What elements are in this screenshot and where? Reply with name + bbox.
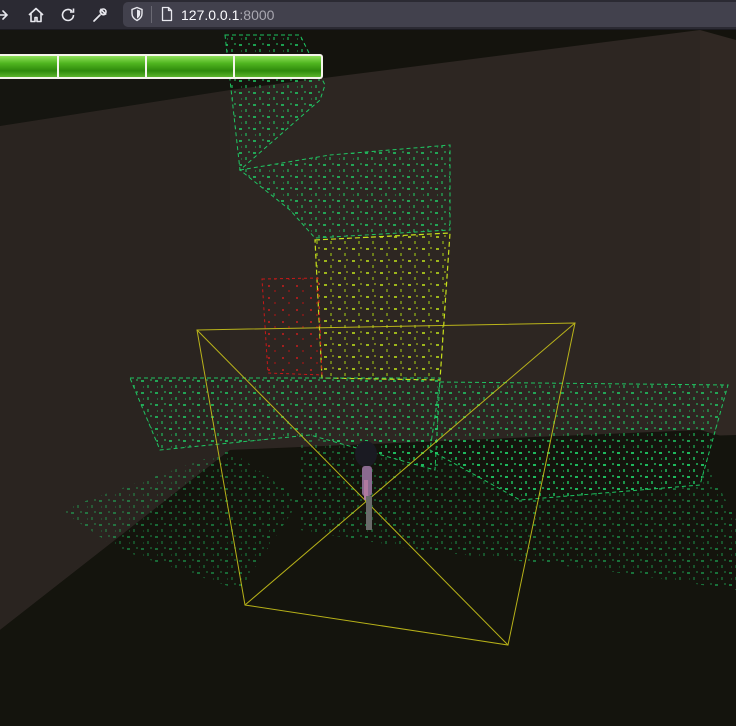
- game-scene[interactable]: [0, 30, 736, 726]
- shield-icon[interactable]: [127, 4, 147, 24]
- health-segment: [59, 54, 147, 79]
- health-segment: [0, 54, 59, 79]
- health-bar: [0, 54, 323, 79]
- forward-icon[interactable]: [0, 5, 12, 25]
- wrench-icon[interactable]: [90, 5, 110, 25]
- page-icon: [157, 4, 177, 24]
- reload-icon[interactable]: [58, 5, 78, 25]
- browser-toolbar: 127.0.0.1:8000: [0, 0, 736, 30]
- home-icon[interactable]: [26, 5, 46, 25]
- url-bar[interactable]: 127.0.0.1:8000: [123, 2, 736, 27]
- url-separator: [151, 6, 152, 23]
- health-segment: [235, 54, 323, 79]
- right-wall: [700, 30, 736, 440]
- game-viewport[interactable]: [0, 30, 736, 726]
- health-segment: [147, 54, 235, 79]
- url-text[interactable]: 127.0.0.1:8000: [181, 7, 274, 23]
